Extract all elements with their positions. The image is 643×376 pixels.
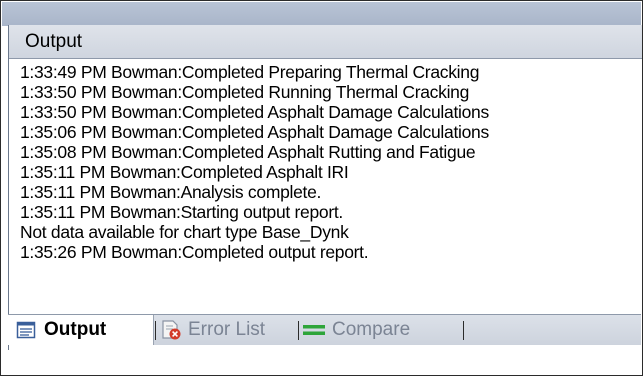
output-panel: Output 1:33:49 PM Bowman:Completed Prepa…	[8, 25, 642, 350]
log-line: 1:35:11 PM Bowman:Analysis complete.	[20, 182, 322, 202]
tab-compare[interactable]: Compare	[300, 315, 460, 345]
tab-compare-label: Compare	[332, 319, 411, 340]
log-line: 1:33:49 PM Bowman:Completed Preparing Th…	[20, 62, 480, 82]
log-line: 1:35:11 PM Bowman:Starting output report…	[20, 202, 343, 222]
log-line: 1:35:11 PM Bowman:Completed Asphalt IRI	[20, 162, 349, 182]
panel-title: Output	[25, 31, 83, 52]
output-log[interactable]: 1:33:49 PM Bowman:Completed Preparing Th…	[9, 59, 642, 321]
log-line: 1:33:50 PM Bowman:Completed Asphalt Dama…	[20, 102, 489, 122]
tab-divider	[155, 321, 156, 340]
log-line: 1:35:06 PM Bowman:Completed Asphalt Dama…	[20, 122, 489, 142]
log-line: 1:35:08 PM Bowman:Completed Asphalt Rutt…	[20, 142, 476, 162]
log-line: Not data available for chart type Base_D…	[20, 222, 349, 242]
compare-icon	[302, 320, 326, 340]
tab-output[interactable]: Output	[8, 315, 154, 345]
bottom-tab-bar: Output Error List Compare	[8, 314, 641, 345]
output-window-icon	[16, 320, 36, 340]
panel-header: Output	[9, 25, 642, 59]
tab-divider	[463, 321, 464, 340]
tab-output-label: Output	[44, 319, 107, 340]
tab-divider	[298, 321, 299, 340]
error-list-icon	[160, 319, 182, 341]
tab-error-list-label: Error List	[188, 319, 266, 340]
log-line: 1:33:50 PM Bowman:Completed Running Ther…	[20, 82, 470, 102]
top-strip	[2, 2, 641, 26]
log-line: 1:35:26 PM Bowman:Completed output repor…	[20, 242, 369, 262]
tab-error-list[interactable]: Error List	[158, 315, 298, 345]
